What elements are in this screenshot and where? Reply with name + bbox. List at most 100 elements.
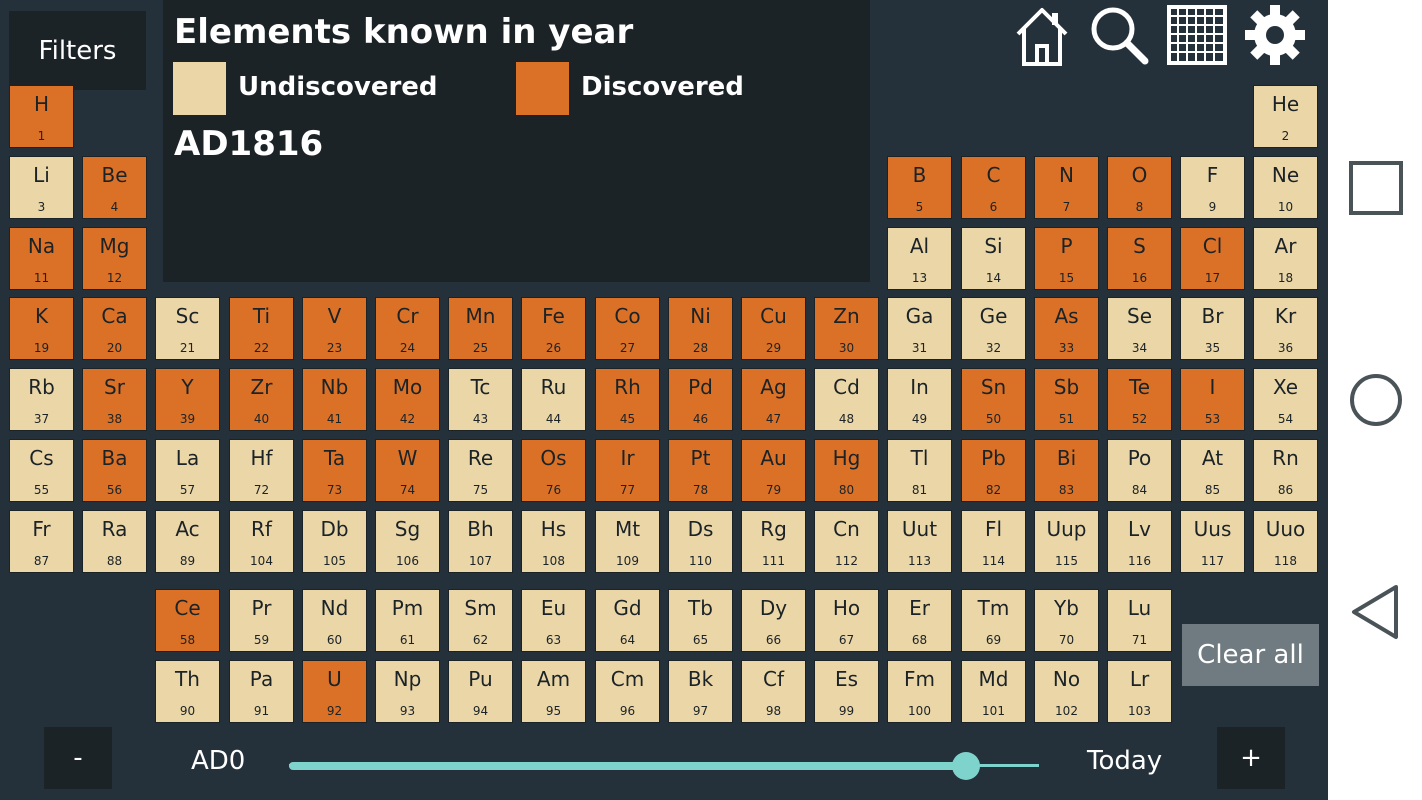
element-tile-sc[interactable]: Sc 21 [155,297,220,360]
element-tile-es[interactable]: Es 99 [814,660,879,723]
element-tile-cr[interactable]: Cr 24 [375,297,440,360]
home-icon[interactable] [1011,4,1073,66]
element-tile-ir[interactable]: Ir 77 [595,439,660,502]
element-tile-yb[interactable]: Yb 70 [1034,589,1099,652]
element-tile-b[interactable]: B5 [887,156,952,219]
element-tile-cs[interactable]: Cs 55 [9,439,74,502]
element-tile-ho[interactable]: Ho 67 [814,589,879,652]
year-slider-thumb[interactable] [951,752,980,780]
element-tile-at[interactable]: At 85 [1180,439,1245,502]
element-tile-hg[interactable]: Hg 80 [814,439,879,502]
element-tile-f[interactable]: F9 [1180,156,1245,219]
element-tile-u[interactable]: U 92 [302,660,367,723]
element-tile-th[interactable]: Th 90 [155,660,220,723]
element-tile-i[interactable]: I 53 [1180,368,1245,431]
element-tile-sn[interactable]: Sn 50 [961,368,1026,431]
element-tile-cd[interactable]: Cd 48 [814,368,879,431]
element-tile-rb[interactable]: Rb 37 [9,368,74,431]
element-tile-re[interactable]: Re 75 [448,439,513,502]
element-tile-ds[interactable]: Ds 110 [668,510,733,573]
element-tile-lv[interactable]: Lv 116 [1107,510,1172,573]
element-tile-eu[interactable]: Eu 63 [521,589,586,652]
element-tile-ag[interactable]: Ag 47 [741,368,806,431]
element-tile-pb[interactable]: Pb 82 [961,439,1026,502]
element-tile-lr[interactable]: Lr 103 [1107,660,1172,723]
element-tile-uut[interactable]: Uut 113 [887,510,952,573]
filters-button[interactable]: Filters [9,11,146,90]
element-tile-pm[interactable]: Pm 61 [375,589,440,652]
circle-icon[interactable] [1348,372,1404,428]
element-tile-np[interactable]: Np 93 [375,660,440,723]
element-tile-er[interactable]: Er 68 [887,589,952,652]
element-tile-fe[interactable]: Fe 26 [521,297,586,360]
square-icon[interactable] [1348,160,1404,216]
element-tile-hf[interactable]: Hf 72 [229,439,294,502]
element-tile-ac[interactable]: Ac 89 [155,510,220,573]
element-tile-la[interactable]: La 57 [155,439,220,502]
gear-icon[interactable] [1244,4,1306,66]
element-tile-uus[interactable]: Uus 117 [1180,510,1245,573]
element-tile-nd[interactable]: Nd 60 [302,589,367,652]
element-tile-he[interactable]: He 2 [1253,85,1318,148]
element-tile-si[interactable]: Si 14 [961,227,1026,290]
element-tile-sm[interactable]: Sm 62 [448,589,513,652]
element-tile-ni[interactable]: Ni 28 [668,297,733,360]
element-tile-ti[interactable]: Ti 22 [229,297,294,360]
element-tile-ru[interactable]: Ru 44 [521,368,586,431]
element-tile-mt[interactable]: Mt 109 [595,510,660,573]
element-tile-ra[interactable]: Ra 88 [82,510,147,573]
element-tile-pa[interactable]: Pa 91 [229,660,294,723]
element-tile-ar[interactable]: Ar 18 [1253,227,1318,290]
element-tile-sr[interactable]: Sr 38 [82,368,147,431]
element-tile-uuo[interactable]: Uuo 118 [1253,510,1318,573]
element-tile-hs[interactable]: Hs 108 [521,510,586,573]
element-tile-tm[interactable]: Tm 69 [961,589,1026,652]
element-tile-li[interactable]: Li 3 [9,156,74,219]
element-tile-bi[interactable]: Bi 83 [1034,439,1099,502]
element-tile-co[interactable]: Co 27 [595,297,660,360]
back-triangle-icon[interactable] [1348,584,1404,640]
decrement-year-button[interactable]: - [44,727,112,789]
element-tile-fm[interactable]: Fm 100 [887,660,952,723]
element-tile-xe[interactable]: Xe 54 [1253,368,1318,431]
element-tile-cl[interactable]: Cl 17 [1180,227,1245,290]
element-tile-in[interactable]: In 49 [887,368,952,431]
element-tile-kr[interactable]: Kr 36 [1253,297,1318,360]
grid-icon[interactable] [1166,4,1228,66]
element-tile-lu[interactable]: Lu 71 [1107,589,1172,652]
element-tile-cf[interactable]: Cf 98 [741,660,806,723]
element-tile-gd[interactable]: Gd 64 [595,589,660,652]
element-tile-br[interactable]: Br 35 [1180,297,1245,360]
element-tile-ce[interactable]: Ce 58 [155,589,220,652]
element-tile-v[interactable]: V 23 [302,297,367,360]
element-tile-os[interactable]: Os 76 [521,439,586,502]
element-tile-ga[interactable]: Ga 31 [887,297,952,360]
clear-all-button[interactable]: Clear all [1182,624,1319,686]
element-tile-ba[interactable]: Ba 56 [82,439,147,502]
element-tile-o[interactable]: O8 [1107,156,1172,219]
element-tile-rh[interactable]: Rh 45 [595,368,660,431]
search-icon[interactable] [1088,4,1150,66]
element-tile-db[interactable]: Db 105 [302,510,367,573]
element-tile-md[interactable]: Md 101 [961,660,1026,723]
element-tile-y[interactable]: Y 39 [155,368,220,431]
increment-year-button[interactable]: + [1217,727,1285,789]
element-tile-p[interactable]: P 15 [1034,227,1099,290]
element-tile-s[interactable]: S 16 [1107,227,1172,290]
element-tile-te[interactable]: Te 52 [1107,368,1172,431]
element-tile-mg[interactable]: Mg 12 [82,227,147,290]
element-tile-ca[interactable]: Ca 20 [82,297,147,360]
element-tile-nb[interactable]: Nb 41 [302,368,367,431]
element-tile-sg[interactable]: Sg 106 [375,510,440,573]
element-tile-h[interactable]: H1 [9,85,74,148]
element-tile-n[interactable]: N7 [1034,156,1099,219]
element-tile-no[interactable]: No 102 [1034,660,1099,723]
element-tile-as[interactable]: As 33 [1034,297,1099,360]
element-tile-pu[interactable]: Pu 94 [448,660,513,723]
element-tile-tc[interactable]: Tc 43 [448,368,513,431]
element-tile-ne[interactable]: Ne 10 [1253,156,1318,219]
element-tile-be[interactable]: Be 4 [82,156,147,219]
element-tile-pr[interactable]: Pr 59 [229,589,294,652]
element-tile-fl[interactable]: Fl 114 [961,510,1026,573]
element-tile-al[interactable]: Al 13 [887,227,952,290]
